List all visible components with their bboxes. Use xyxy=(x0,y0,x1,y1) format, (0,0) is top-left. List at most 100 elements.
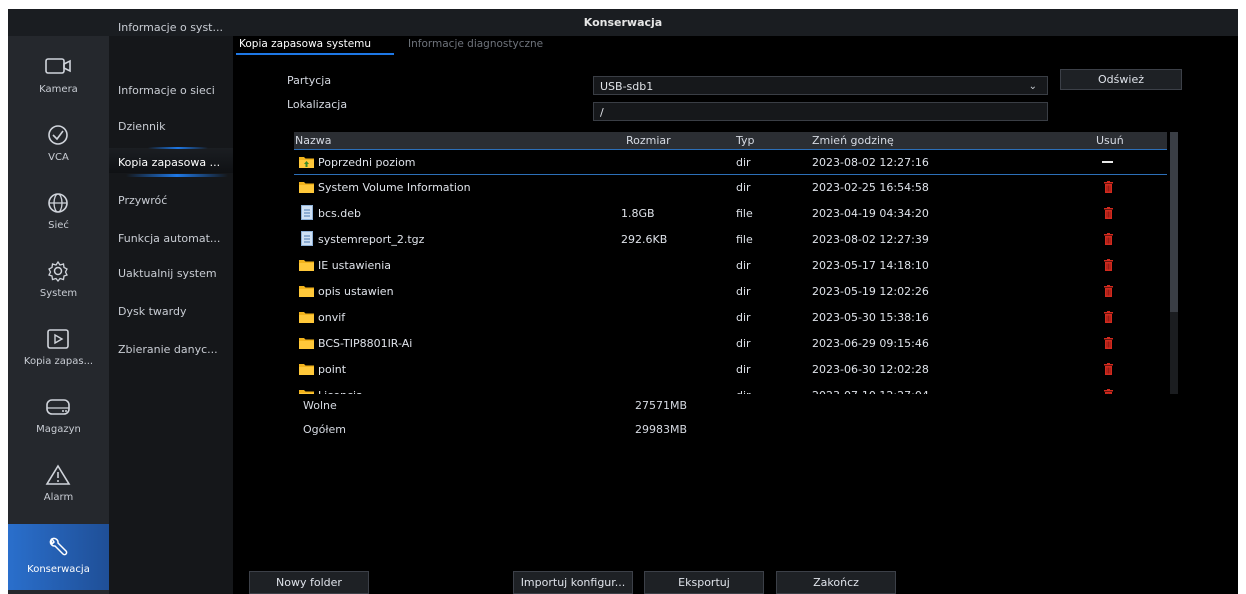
tab-kopia-zapasowa-systemu[interactable]: Kopia zapasowa systemu xyxy=(239,38,371,50)
cell-name: System Volume Information xyxy=(318,181,471,194)
column-header-type[interactable]: Typ xyxy=(736,134,755,147)
submenu-item-zbieranie-danych[interactable]: Zbieranie danyc... xyxy=(118,343,230,356)
cell-type: dir xyxy=(736,363,751,376)
table-row[interactable]: Poprzedni poziom dir 2023-08-02 12:27:16 xyxy=(294,149,1167,175)
column-header-name[interactable]: Nazwa xyxy=(295,134,331,147)
alarm-icon xyxy=(45,464,71,485)
trash-icon[interactable] xyxy=(1104,181,1113,193)
file-table: Nazwa Rozmiar Typ Zmień godzinę Usuń Pop… xyxy=(294,132,1167,394)
cell-type: file xyxy=(736,233,753,246)
vca-icon xyxy=(48,125,68,145)
table-row[interactable]: System Volume Information dir 2023-02-25 1… xyxy=(294,175,1167,201)
submenu-item-kopia-zapasowa[interactable]: Kopia zapasowa ... xyxy=(118,156,230,169)
cell-modified: 2023-06-30 12:02:28 xyxy=(812,363,929,376)
partition-value: USB-sdb1 xyxy=(600,80,654,93)
location-input[interactable]: / xyxy=(593,102,1048,121)
nav-item-alarm[interactable]: Alarm xyxy=(8,452,109,520)
column-header-size[interactable]: Rozmiar xyxy=(626,134,671,147)
parent-folder-icon xyxy=(299,157,314,168)
table-scrollbar[interactable] xyxy=(1170,132,1178,394)
table-row[interactable]: opis ustawien dir 2023-05-19 12:02:26 xyxy=(294,279,1167,305)
submenu-item-dysk-twardy[interactable]: Dysk twardy xyxy=(118,305,230,318)
trash-icon[interactable] xyxy=(1104,233,1113,245)
folder-icon xyxy=(299,312,314,323)
trash-icon[interactable] xyxy=(1104,337,1113,349)
finish-button[interactable]: Zakończ xyxy=(776,571,896,594)
partition-select[interactable]: USB-sdb1 ⌄ xyxy=(593,76,1048,95)
folder-icon xyxy=(299,182,314,193)
cell-name: systemreport_2.tgz xyxy=(318,233,425,246)
column-header-modified[interactable]: Zmień godzinę xyxy=(812,134,894,147)
table-row[interactable]: BCS-TIP8801IR-Ai dir 2023-06-29 09:15:46 xyxy=(294,331,1167,357)
scrollbar-thumb[interactable] xyxy=(1170,132,1178,312)
trash-icon[interactable] xyxy=(1104,389,1113,394)
tab-bar: Kopia zapasowa systemu Informacje diagno… xyxy=(233,36,1238,55)
nav-item-kopia[interactable]: Kopia zapas... xyxy=(8,316,109,384)
nav-label: Kopia zapas... xyxy=(23,356,94,367)
nav-item-system[interactable]: System xyxy=(8,248,109,316)
table-row[interactable]: point dir 2023-06-30 12:02:28 xyxy=(294,357,1167,383)
table-row[interactable]: systemreport_2.tgz 292.6KB file 2023-08-02 … xyxy=(294,227,1167,253)
cell-size: 292.6KB xyxy=(621,233,668,246)
app-screen: Konserwacja Kamera VCA Sieć System Kopia… xyxy=(8,9,1238,594)
submenu-item-informacje-o-sieci[interactable]: Informacje o sieci xyxy=(118,84,230,97)
nav-label: Kamera xyxy=(39,84,78,95)
cell-type: dir xyxy=(736,181,751,194)
table-row[interactable]: bcs.deb 1.8GB file 2023-04-19 04:34:20 xyxy=(294,201,1167,227)
table-row[interactable]: IE ustawienia dir 2023-05-17 14:18:10 xyxy=(294,253,1167,279)
submenu-item-informacje-o-systemie[interactable]: Informacje o syst... xyxy=(118,21,230,34)
cell-modified: 2023-04-19 04:34:20 xyxy=(812,207,929,220)
trash-icon[interactable] xyxy=(1104,259,1113,271)
folder-icon xyxy=(299,390,314,394)
submenu-item-uaktualnij-system[interactable]: Uaktualnij system xyxy=(118,267,230,280)
cell-name: IE ustawienia xyxy=(318,259,392,272)
active-tab-underline xyxy=(236,53,394,55)
cell-type: dir xyxy=(736,156,751,169)
folder-icon xyxy=(299,286,314,297)
nav-item-kamera[interactable]: Kamera xyxy=(8,44,109,112)
cell-modified: 2023-08-02 12:27:16 xyxy=(812,156,929,169)
submenu-item-dziennik[interactable]: Dziennik xyxy=(118,120,230,133)
file-icon xyxy=(301,231,313,246)
nav-item-magazyn[interactable]: Magazyn xyxy=(8,384,109,452)
submenu-active-underline xyxy=(126,174,228,177)
table-row[interactable]: Licencja dir 2023-07-10 12:27:04 xyxy=(294,383,1167,394)
submenu-item-funkcja-automat[interactable]: Funkcja automat... xyxy=(118,232,230,245)
nav-label: Magazyn xyxy=(36,424,81,435)
trash-icon[interactable] xyxy=(1104,207,1113,219)
nav-label: Sieć xyxy=(48,220,69,231)
new-folder-button[interactable]: Nowy folder xyxy=(249,571,369,594)
nav-label: System xyxy=(39,288,78,299)
total-space-label: Ogółem xyxy=(303,423,346,436)
nav-rail: Kamera VCA Sieć System Kopia zapas... Ma… xyxy=(8,36,109,594)
file-icon xyxy=(301,205,313,220)
cell-modified: 2023-07-10 12:27:04 xyxy=(812,389,929,394)
cell-modified: 2023-05-19 12:02:26 xyxy=(812,285,929,298)
tab-informacje-diagnostyczne[interactable]: Informacje diagnostyczne xyxy=(408,38,543,50)
partition-label: Partycja xyxy=(287,74,332,87)
table-header: Nazwa Rozmiar Typ Zmień godzinę Usuń xyxy=(294,132,1167,149)
chevron-down-icon: ⌄ xyxy=(1028,81,1037,92)
submenu-item-przywroc[interactable]: Przywróć xyxy=(118,194,230,207)
nav-item-siec[interactable]: Sieć xyxy=(8,180,109,248)
export-button[interactable]: Eksportuj xyxy=(644,571,764,594)
cell-modified: 2023-08-02 12:27:39 xyxy=(812,233,929,246)
cell-modified: 2023-05-30 15:38:16 xyxy=(812,311,929,324)
cell-name: opis ustawien xyxy=(318,285,394,298)
submenu-active-topline xyxy=(148,147,208,149)
location-label: Lokalizacja xyxy=(287,98,348,111)
column-header-delete: Usuń xyxy=(1096,134,1124,147)
trash-icon[interactable] xyxy=(1104,363,1113,375)
trash-icon[interactable] xyxy=(1104,285,1113,297)
cell-name: point xyxy=(318,363,347,376)
table-row[interactable]: onvif dir 2023-05-30 15:38:16 xyxy=(294,305,1167,331)
refresh-button[interactable]: Odśwież xyxy=(1060,69,1182,90)
nav-item-konserwacja[interactable]: Konserwacja xyxy=(8,524,109,590)
storage-icon xyxy=(46,399,70,415)
dash-icon xyxy=(1102,161,1113,163)
import-config-button[interactable]: Importuj konfigur... xyxy=(513,571,633,594)
trash-icon[interactable] xyxy=(1104,311,1113,323)
globe-icon xyxy=(48,193,68,213)
folder-icon xyxy=(299,338,314,349)
nav-item-vca[interactable]: VCA xyxy=(8,112,109,180)
